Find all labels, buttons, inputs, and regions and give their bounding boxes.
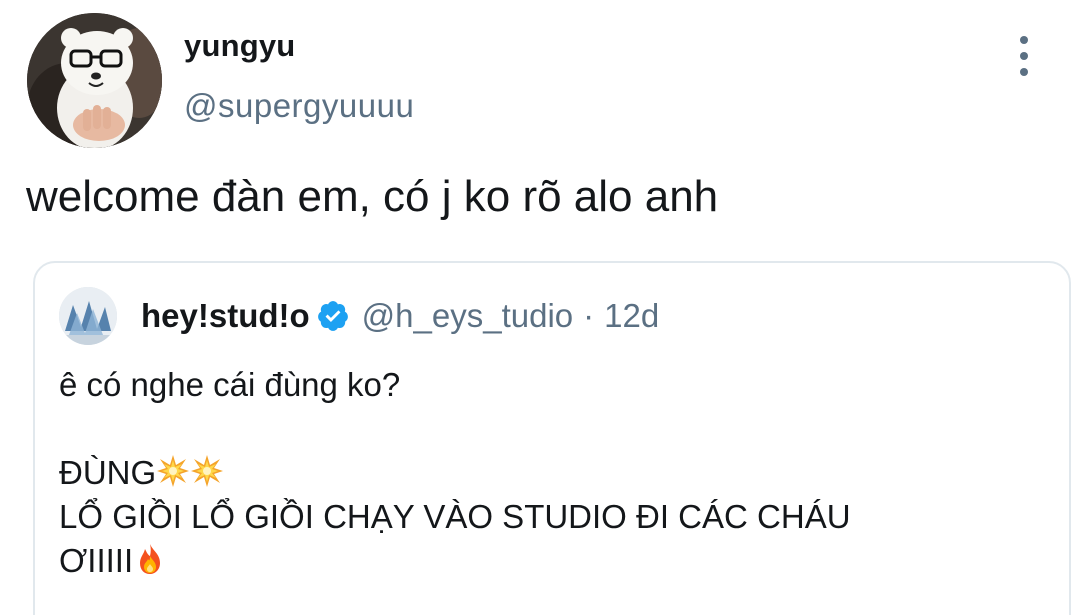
author-handle[interactable]: @supergyuuuu [184, 87, 414, 125]
quoted-text-line-content: ĐÙNG [59, 454, 157, 491]
author-display-name[interactable]: yungyu [184, 28, 295, 64]
verified-badge-icon [316, 299, 350, 333]
tweet-text: welcome đàn em, có j ko rõ alo anh [26, 172, 719, 221]
tweet: yungyu @supergyuuuu welcome đàn em, có j… [0, 0, 1080, 615]
quoted-text-line: ƠIIIII [59, 539, 851, 583]
quoted-tweet-text: ê có nghe cái đùng ko? ĐÙNG LỔ GIỒI LỔ G… [59, 363, 851, 583]
quoted-text-line: ĐÙNG [59, 451, 851, 495]
quoted-author-display-name[interactable]: hey!stud!o [141, 297, 310, 335]
more-vertical-icon [1020, 36, 1028, 44]
more-options-button[interactable] [1008, 36, 1040, 76]
author-avatar[interactable] [27, 13, 162, 148]
quoted-author-avatar[interactable] [59, 287, 117, 345]
more-vertical-icon-dot [1020, 68, 1028, 76]
quoted-tweet-card[interactable]: hey!stud!o @h_eys_tudio · 12d ê có nghe … [33, 261, 1071, 615]
collision-emoji-icon [190, 454, 224, 488]
fire-emoji-icon [133, 542, 167, 576]
quoted-tweet-timestamp[interactable]: 12d [604, 297, 659, 335]
quoted-tweet-header: hey!stud!o @h_eys_tudio · 12d [141, 297, 659, 335]
quoted-author-handle[interactable]: @h_eys_tudio [362, 297, 573, 335]
quoted-text-line: ê có nghe cái đùng ko? [59, 366, 401, 403]
separator-dot: · [583, 297, 595, 334]
collision-emoji-icon [156, 454, 190, 488]
quoted-text-line-content: ƠIIIII [59, 542, 134, 579]
quoted-text-line: LỔ GIỒI LỔ GIỒI CHẠY VÀO STUDIO ĐI CÁC C… [59, 498, 851, 535]
more-vertical-icon-dot [1020, 52, 1028, 60]
quoted-text-blank-line [59, 407, 851, 451]
